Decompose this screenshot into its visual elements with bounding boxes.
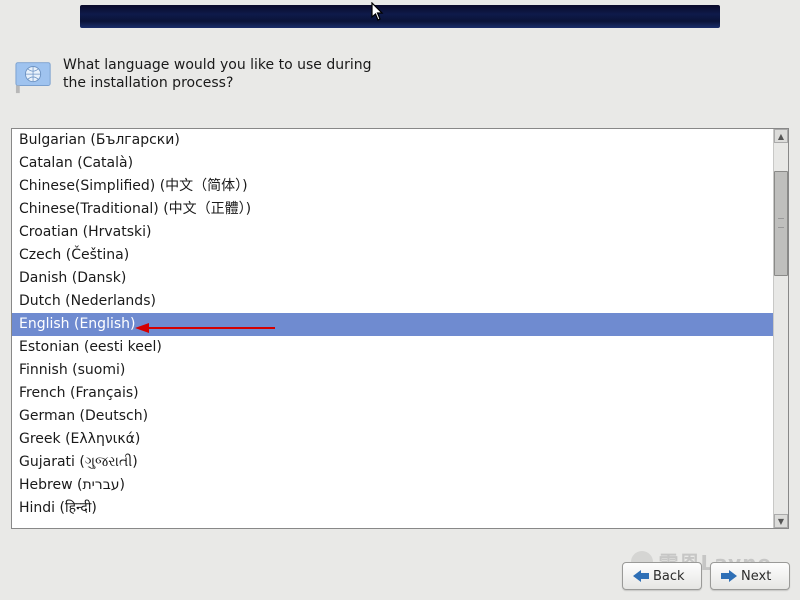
next-button-label: Next [741,569,771,584]
back-button[interactable]: Back [622,562,702,590]
scroll-down-button[interactable]: ▼ [774,514,788,528]
language-option[interactable]: Croatian (Hrvatski) [12,221,773,244]
language-option[interactable]: Catalan (Català) [12,152,773,175]
language-option[interactable]: English (English) [12,313,773,336]
language-option[interactable]: Greek (Ελληνικά) [12,428,773,451]
language-listbox[interactable]: Bulgarian (Български)Catalan (Català)Chi… [11,128,789,529]
language-option[interactable]: Chinese(Traditional) (中文（正體）) [12,198,773,221]
language-option[interactable]: Hindi (हिन्दी) [12,497,773,520]
next-button[interactable]: Next [710,562,790,590]
language-option[interactable]: Estonian (eesti keel) [12,336,773,359]
language-option[interactable]: French (Français) [12,382,773,405]
prompt-text: What language would you like to use duri… [63,57,383,92]
next-arrow-icon [721,570,737,582]
language-option[interactable]: Chinese(Simplified) (中文（简体）) [12,175,773,198]
language-option[interactable]: Bulgarian (Български) [12,129,773,152]
prompt-row: What language would you like to use duri… [15,57,383,95]
language-option[interactable]: Gujarati (ગુજરાતી) [12,451,773,474]
button-bar: Back Next [622,562,790,590]
language-option[interactable]: Czech (Čeština) [12,244,773,267]
language-option[interactable]: German (Deutsch) [12,405,773,428]
language-option[interactable]: Dutch (Nederlands) [12,290,773,313]
scroll-thumb[interactable] [774,171,788,276]
vertical-scrollbar[interactable]: ▲ ▼ [773,129,788,528]
language-list[interactable]: Bulgarian (Български)Catalan (Català)Chi… [12,129,773,528]
globe-flag-icon [15,57,53,95]
language-option[interactable]: Danish (Dansk) [12,267,773,290]
header-banner [80,5,720,28]
language-option[interactable]: Finnish (suomi) [12,359,773,382]
back-arrow-icon [633,570,649,582]
scroll-up-button[interactable]: ▲ [774,129,788,143]
language-option[interactable]: Hebrew (עברית) [12,474,773,497]
back-button-label: Back [653,569,685,584]
